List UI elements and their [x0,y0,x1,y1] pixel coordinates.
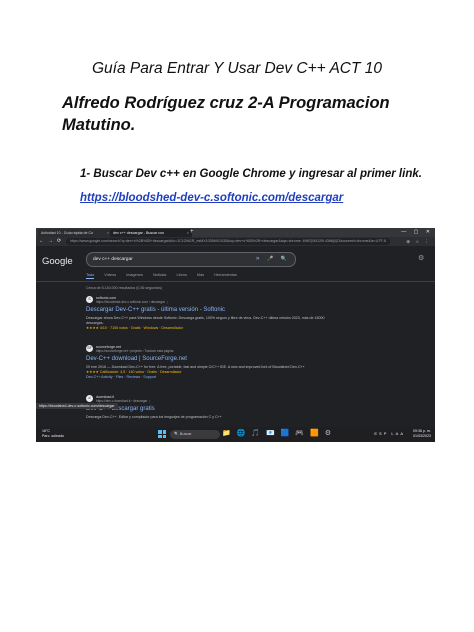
game-icon[interactable]: 🎮 [295,430,306,437]
weather-desc: Parc. soleado [42,434,64,438]
softonic-link[interactable]: https://bloodshed-dev-c.softonic.com/des… [80,192,343,204]
tab-google-search[interactable]: dev c++ descargar - Buscar con × [110,229,192,237]
tab-noticias[interactable]: Noticias [153,273,167,277]
author-line: Alfredo Rodríguez cruz 2-A Programacion … [62,94,390,134]
edge-icon[interactable]: 🌐 [237,430,248,437]
tray-lang[interactable]: ESP LAA [374,431,405,436]
weather-widget[interactable]: 16°C Parc. soleado [42,429,64,439]
google-search-tabs: Todo Vídeos Imágenes Noticias Libros Más… [86,273,246,279]
clock-time: 09:36 p. m. [413,429,431,433]
google-logo[interactable]: Google [42,256,73,267]
site-favicon-icon: d [86,395,93,402]
result-snippet: Descarga Dev-C++. Editor y compilador pa… [86,415,336,420]
close-icon[interactable]: × [107,229,109,237]
reload-icon[interactable]: ⟳ [57,237,61,246]
office-icon[interactable]: 🟧 [310,430,321,437]
snippet-text: 29 ene 2016 — Download Dev-C++ for free.… [86,365,305,369]
step-1-instruction: 1- Buscar Dev c++ en Google Chrome y ing… [80,168,422,180]
document-title: Guía Para Entrar Y Usar Dev C++ ACT 10 [91,60,383,77]
rating-text: ★★★★ Calificación: 4,5 · 140 votos · Gra… [86,370,182,374]
search-icons[interactable]: ✕ 🎤 🔍 [256,253,290,266]
tab-label: Actividad 10 - Guía rápida de Co [41,231,94,235]
status-bar-url: https://bloodshed-dev-c.softonic.com/des… [36,403,118,409]
site-favicon-icon: SF [86,345,93,352]
result-title-link[interactable]: Dev-C++ download | SourceForge.net [86,356,187,362]
close-icon[interactable]: × [187,229,189,237]
result-title-link[interactable]: Descargar Dev-C++ gratis - última versió… [86,307,225,313]
result-cite: https://bloodshed-dev-c.softonic.com › d… [96,300,169,304]
result-snippet: 29 ene 2016 — Download Dev-C++ for free.… [86,365,336,380]
forward-icon[interactable]: → [48,237,53,246]
result-stats: Cerca de 5.140.000 resultados (0,36 segu… [86,286,163,290]
gear-icon[interactable]: ⚙ [418,254,424,262]
tab-imagenes[interactable]: Imágenes [126,273,143,277]
tab-bar: Actividad 10 - Guía rápida de Co × dev c… [36,228,435,237]
google-search-box[interactable]: dev c++ descargar ✕ 🎤 🔍 [86,252,296,267]
snippet-text: Descargar ahora Dev-C++ para Windows des… [86,316,325,325]
settings-icon[interactable]: ⚙ [325,430,333,437]
snippet-text: Descarga Dev-C++. Editor y compilador pa… [86,415,222,419]
tab-actividad[interactable]: Actividad 10 - Guía rápida de Co × [38,229,112,237]
new-tab-button[interactable]: + [190,228,194,237]
window-controls[interactable]: — ▢ ✕ [401,228,433,237]
site-favicon-icon: S [86,296,93,303]
tab-libros[interactable]: Libros [177,273,187,277]
windows-start-icon[interactable] [158,430,166,438]
tab-videos[interactable]: Vídeos [104,273,116,277]
clock-date: 01/03/2023 [413,434,431,438]
tab-herramientas[interactable]: Herramientas [214,273,237,277]
tab-label: dev c++ descargar - Buscar con [113,231,164,235]
windows-taskbar: 16°C Parc. soleado 🔍 Buscar 📁 🌐 🎵 📧 🟦 🎮 … [36,427,435,442]
sitelinks[interactable]: Dev-C++ Activity · Files · Reviews · Sup… [86,375,156,379]
store-icon[interactable]: 🟦 [281,430,292,437]
result-cite: https://sourceforge.net › projects › Tra… [96,349,174,353]
system-clock[interactable]: 09:36 p. m. 01/03/2023 [413,429,431,439]
file-explorer-icon[interactable]: 📁 [222,430,233,437]
weather-temp: 16°C [42,429,51,433]
search-query[interactable]: dev c++ descargar [93,253,133,266]
music-icon[interactable]: 🎵 [251,430,262,437]
tab-todo[interactable]: Todo [86,273,95,279]
browser-screenshot: Actividad 10 - Guía rápida de Co × dev c… [36,228,435,442]
browser-menu-icons[interactable]: ⊕ ☆ ⋮ [406,237,431,246]
taskbar-apps: 📁 🌐 🎵 📧 🟦 🎮 🟧 ⚙ [222,429,333,437]
rating-text: ★★★★ 4/10 · 7105 votos · Gratis · Window… [86,326,183,330]
mail-icon[interactable]: 📧 [266,430,277,437]
tab-mas[interactable]: Más [197,273,204,277]
address-bar-row: ← → ⟳ https://www.google.com/search?q=de… [36,237,435,246]
back-icon[interactable]: ← [39,237,44,246]
result-snippet: Descargar ahora Dev-C++ para Windows des… [86,316,336,331]
url-input[interactable]: https://www.google.com/search?q=dev+c%2B… [66,238,390,245]
taskbar-search-label: Buscar [179,432,192,436]
apps-grid-icon[interactable]: ⋮ [432,254,435,262]
divider [36,281,435,282]
taskbar-search[interactable]: 🔍 Buscar [170,430,220,439]
